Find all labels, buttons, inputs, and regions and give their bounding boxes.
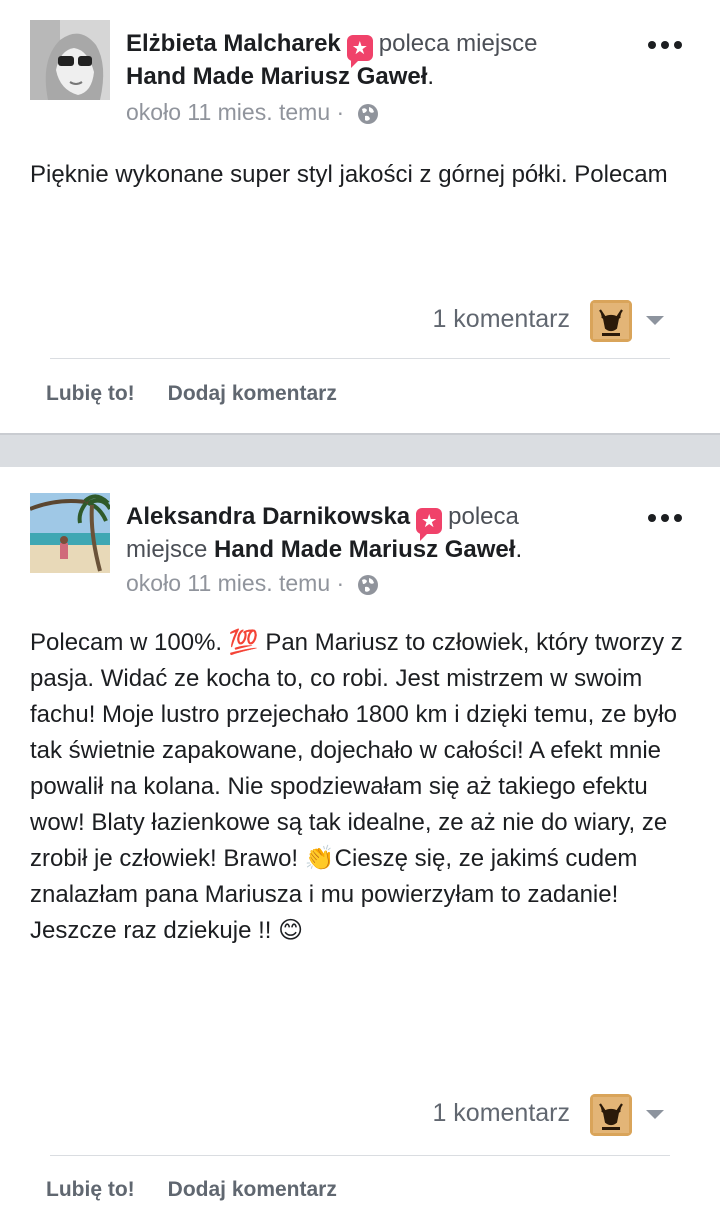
more-dot bbox=[648, 514, 656, 522]
globe-icon bbox=[357, 104, 378, 124]
action-text: poleca bbox=[448, 503, 519, 530]
author-name[interactable]: Aleksandra Darnikowska bbox=[126, 503, 410, 530]
action-text: poleca miejsce bbox=[378, 30, 538, 57]
recommend-badge-icon: ★ bbox=[416, 508, 443, 541]
author-name[interactable]: Elżbieta Malcharek bbox=[126, 30, 341, 57]
timestamp[interactable]: około 11 mies. temu bbox=[126, 570, 330, 596]
more-dot bbox=[674, 514, 682, 522]
post-body-text: Polecam w 100%. 💯 Pan Mariusz to człowie… bbox=[30, 625, 690, 949]
page-suffix: . bbox=[515, 536, 523, 563]
post-actions: Lubię to! Dodaj komentarz bbox=[46, 382, 337, 406]
recommend-badge-icon: ★ bbox=[346, 35, 373, 68]
caret-down-icon[interactable] bbox=[646, 1110, 664, 1119]
dot-separator: · bbox=[336, 570, 345, 596]
divider bbox=[50, 358, 670, 359]
author-avatar[interactable] bbox=[30, 493, 110, 573]
clapping-hands-icon: 👏 bbox=[304, 845, 335, 872]
post-timestamp-line: około 11 mies. temu · bbox=[126, 97, 379, 127]
post-header: Elżbieta Malcharek ★ poleca miejsce Hand M… bbox=[126, 28, 646, 93]
post-actions: Lubię to! Dodaj komentarz bbox=[46, 1178, 337, 1202]
post-body-text: Pięknie wykonane super styl jakości z gó… bbox=[30, 161, 668, 188]
feed-separator bbox=[0, 433, 720, 467]
more-options-button[interactable] bbox=[648, 37, 684, 53]
globe-icon bbox=[357, 575, 378, 595]
smiling-face-icon: 😊 bbox=[278, 917, 304, 944]
more-options-button[interactable] bbox=[648, 510, 684, 526]
divider bbox=[50, 1155, 670, 1156]
body-part-2: Pan Mariusz to człowiek, który tworzy z … bbox=[30, 629, 683, 872]
page-suffix: . bbox=[427, 63, 435, 90]
add-comment-button[interactable]: Dodaj komentarz bbox=[168, 1178, 337, 1202]
like-button[interactable]: Lubię to! bbox=[46, 382, 135, 406]
dot-separator: · bbox=[336, 99, 345, 125]
action-text-2: miejsce bbox=[126, 536, 208, 563]
author-avatar[interactable] bbox=[30, 20, 110, 100]
comment-count[interactable]: 1 komentarz bbox=[432, 1099, 570, 1128]
page-avatar-icon[interactable] bbox=[590, 1094, 632, 1136]
more-dot bbox=[661, 41, 669, 49]
post-header: Aleksandra Darnikowska ★ poleca miejsce Ha… bbox=[126, 501, 646, 566]
review-post-2: Aleksandra Darnikowska ★ poleca miejsce Ha… bbox=[0, 467, 720, 1231]
more-dot bbox=[661, 514, 669, 522]
body-part-1: Polecam w 100%. bbox=[30, 629, 229, 656]
more-dot bbox=[674, 41, 682, 49]
more-dot bbox=[648, 41, 656, 49]
review-post-1: Elżbieta Malcharek ★ poleca miejsce Hand M… bbox=[0, 0, 720, 433]
comment-count[interactable]: 1 komentarz bbox=[432, 305, 570, 334]
page-avatar-icon[interactable] bbox=[590, 300, 632, 342]
caret-down-icon[interactable] bbox=[646, 316, 664, 325]
add-comment-button[interactable]: Dodaj komentarz bbox=[168, 382, 337, 406]
like-button[interactable]: Lubię to! bbox=[46, 1178, 135, 1202]
page-name-link[interactable]: Hand Made Mariusz Gaweł bbox=[214, 536, 515, 563]
page-name-link[interactable]: Hand Made Mariusz Gaweł bbox=[126, 63, 427, 90]
timestamp[interactable]: około 11 mies. temu bbox=[126, 99, 330, 125]
hundred-points-icon: 💯 bbox=[228, 629, 259, 656]
post-timestamp-line: około 11 mies. temu · bbox=[126, 568, 379, 598]
